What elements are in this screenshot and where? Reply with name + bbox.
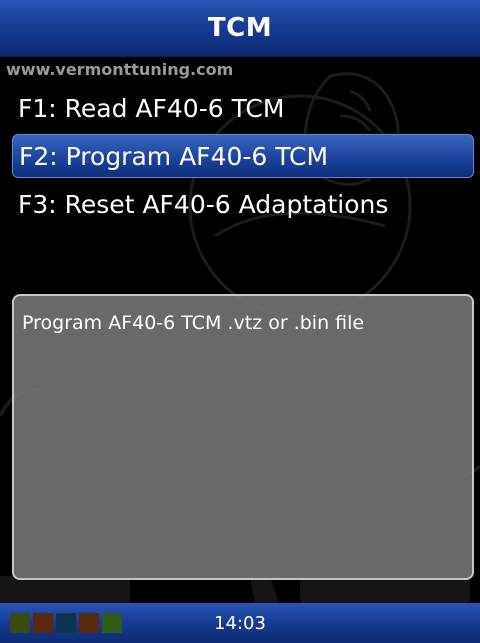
function-menu: F1: Read AF40-6 TCM F2: Program AF40-6 T… [12, 86, 474, 230]
description-panel: Program AF40-6 TCM .vtz or .bin file [12, 294, 474, 580]
menu-item-program-tcm[interactable]: F2: Program AF40-6 TCM [12, 134, 474, 178]
watermark-url: www.vermonttuning.com [6, 60, 234, 79]
page-title: TCM [207, 13, 273, 43]
menu-item-read-tcm[interactable]: F1: Read AF40-6 TCM [12, 86, 474, 130]
screen: TCM www.vermonttuning.com F1: Read AF40-… [0, 0, 480, 643]
title-bar: TCM [0, 0, 480, 57]
menu-item-label: F3: Reset AF40-6 Adaptations [18, 189, 389, 219]
menu-item-reset-adaptations[interactable]: F3: Reset AF40-6 Adaptations [12, 182, 474, 226]
description-text: Program AF40-6 TCM .vtz or .bin file [22, 312, 365, 334]
status-bar: 14:03 [0, 603, 480, 643]
menu-item-label: F2: Program AF40-6 TCM [19, 141, 329, 171]
clock: 14:03 [214, 613, 266, 634]
menu-item-label: F1: Read AF40-6 TCM [18, 93, 285, 123]
